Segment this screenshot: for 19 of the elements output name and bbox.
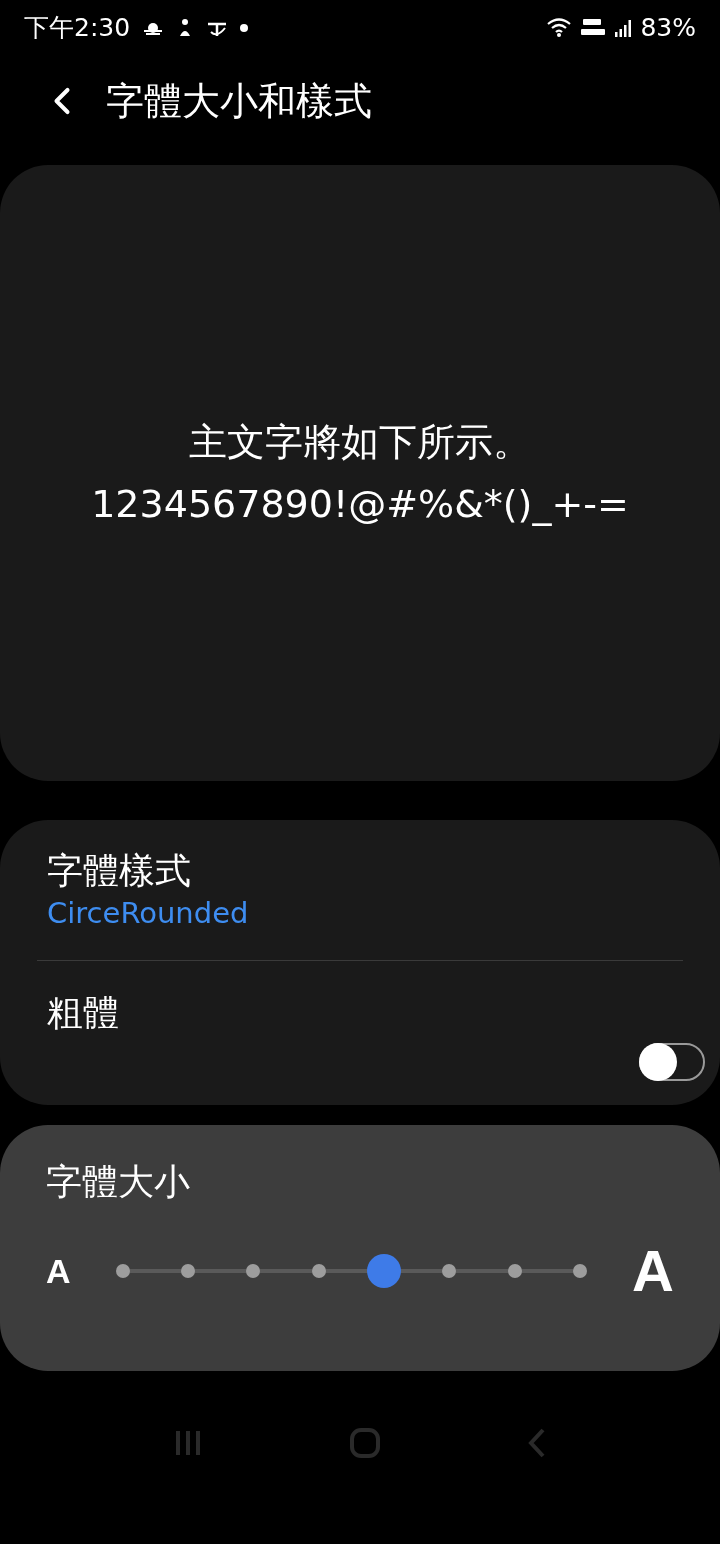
page-title: 字體大小和樣式	[106, 77, 372, 125]
setting-row[interactable]: 字體樣式 CirceRounded	[37, 820, 683, 960]
slider-thumb[interactable]	[366, 1254, 401, 1288]
toggle-switch[interactable]	[639, 1043, 705, 1081]
font-size-slider[interactable]	[115, 1254, 588, 1288]
signal-icon	[614, 18, 633, 38]
status-time: 下午2:30	[24, 12, 131, 45]
setting-value: CirceRounded	[47, 895, 250, 932]
setting-label: 字體樣式	[47, 849, 192, 893]
preview-text: 主文字將如下所示。	[189, 419, 531, 466]
section-title: 字體大小	[46, 1160, 191, 1204]
setting-label: 粗體	[47, 991, 120, 1035]
battery-percentage: 83%	[640, 12, 696, 45]
wifi-icon	[546, 17, 573, 39]
small-size-label: A	[46, 1251, 71, 1291]
weather-icon	[142, 20, 165, 36]
preview-text: 1234567890!@#%&*()_+-=	[91, 481, 629, 528]
large-size-label: A	[632, 1241, 674, 1301]
dot-icon	[240, 24, 249, 32]
